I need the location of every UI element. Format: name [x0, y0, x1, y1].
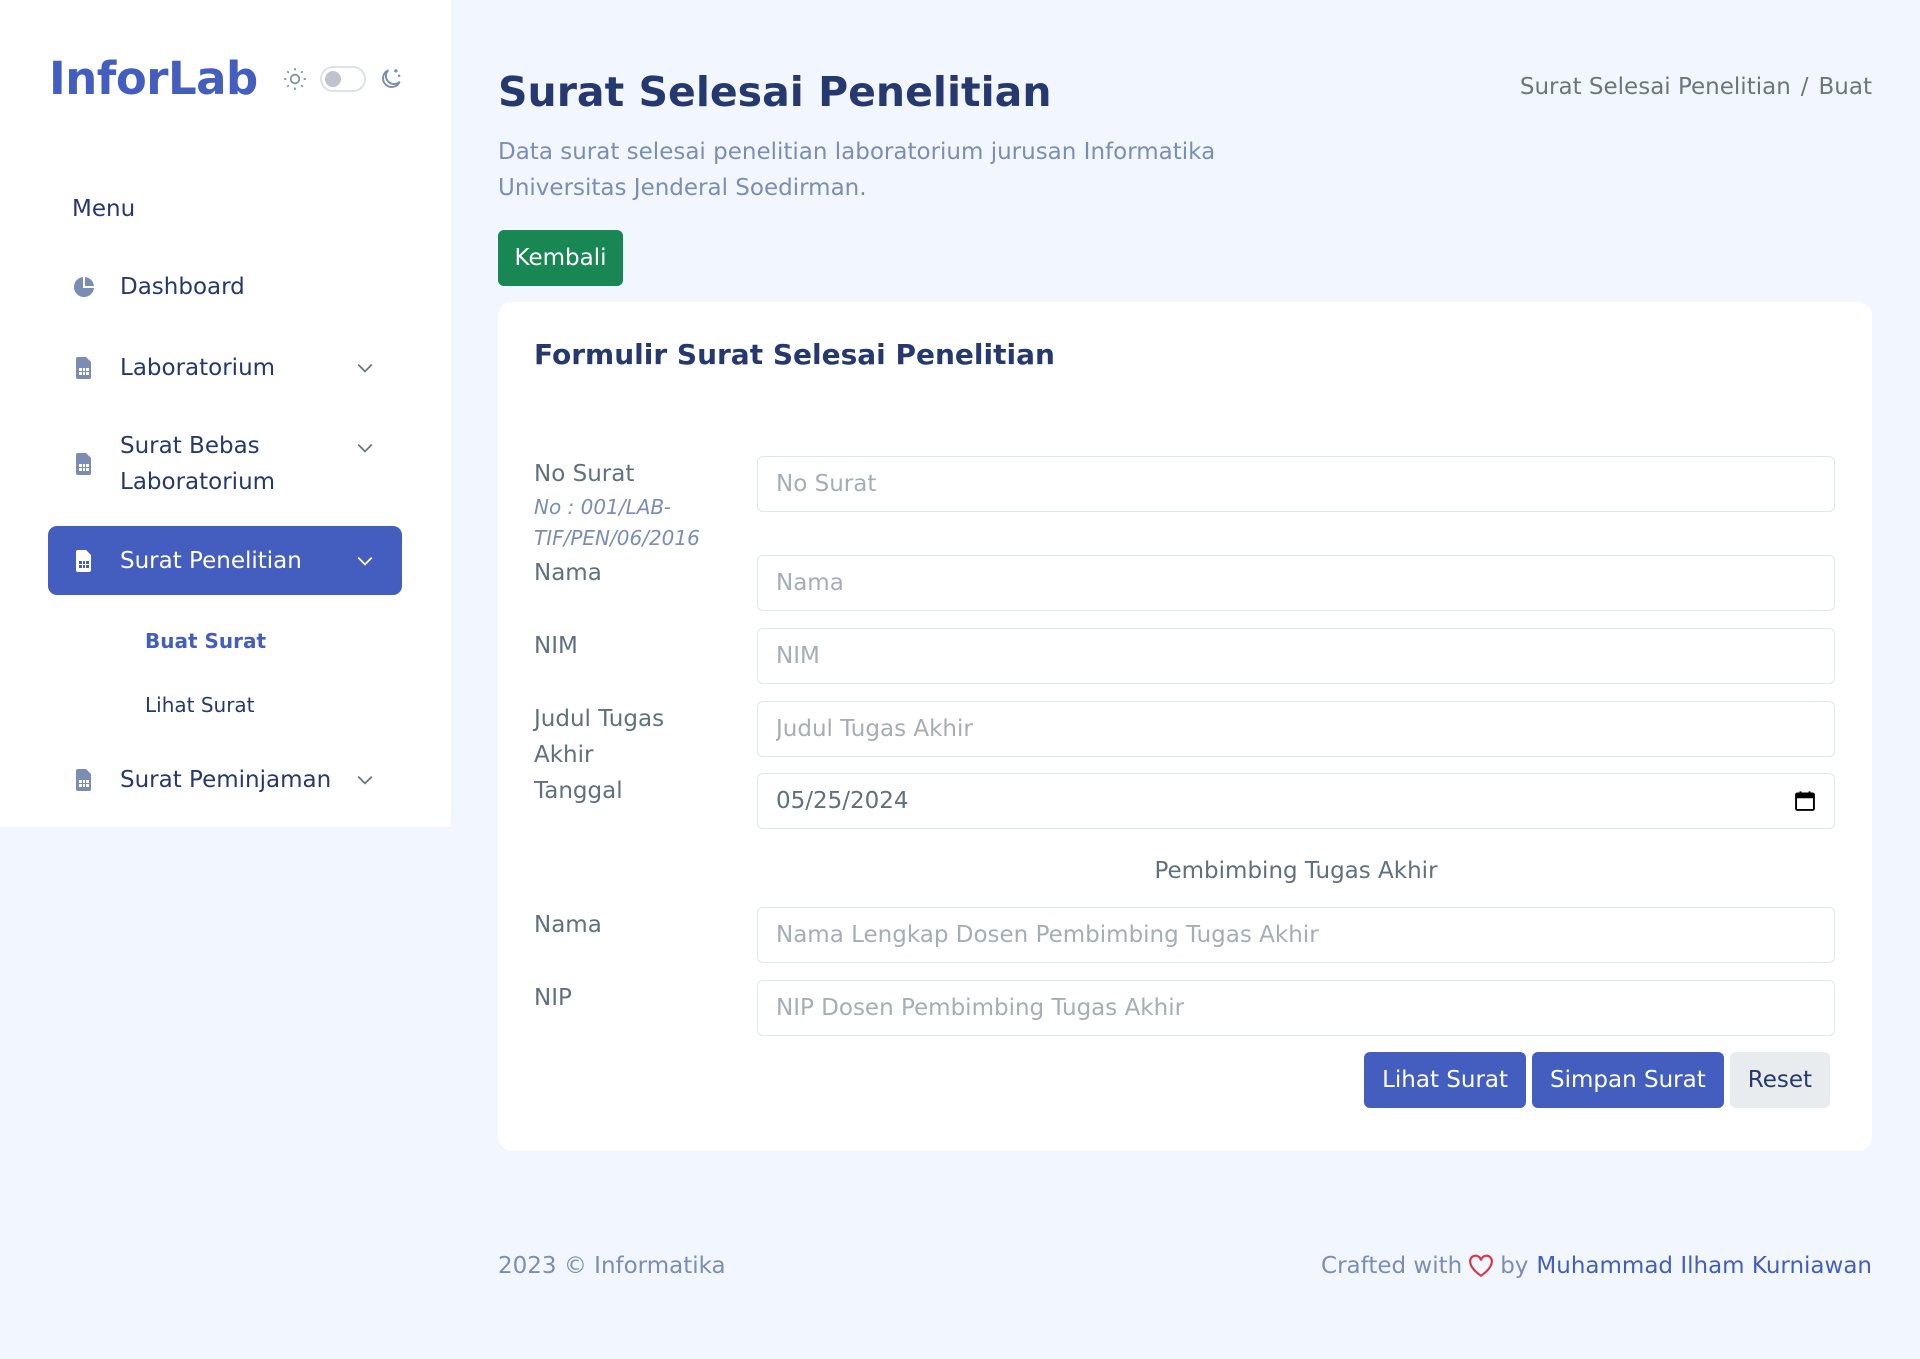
sidebar-item-label: Surat Peminjaman: [120, 766, 332, 793]
pembimbing-caption: Pembimbing Tugas Akhir: [1154, 858, 1438, 884]
chevron-down-icon: [357, 556, 373, 566]
pembimbing-nama-input[interactable]: [757, 907, 1835, 963]
heart-icon: [1469, 1254, 1494, 1278]
submenu-surat-penelitian: Buat Surat Lihat Surat: [48, 607, 402, 745]
sidebar-item-surat-penelitian[interactable]: Surat Penelitian: [48, 526, 402, 595]
file-spreadsheet-icon: [76, 768, 91, 791]
chevron-down-icon: [357, 775, 373, 785]
breadcrumb: Surat Selesai Penelitian / Buat: [1520, 74, 1872, 100]
sidebar-item-dashboard[interactable]: Dashboard: [48, 252, 402, 321]
no-surat-label: No Surat: [534, 461, 635, 487]
no-surat-hint: No : 001/LAB-TIF/PEN/06/2016: [534, 495, 700, 550]
pembimbing-nip-input[interactable]: [757, 980, 1835, 1036]
file-spreadsheet-icon: [76, 453, 91, 475]
breadcrumb-link[interactable]: Surat Selesai Penelitian: [1520, 74, 1791, 100]
footer-by-text: by: [1500, 1253, 1529, 1279]
no-surat-label-group: No Surat No : 001/LAB-TIF/PEN/06/2016: [534, 456, 734, 554]
calendar-icon[interactable]: [1794, 790, 1816, 812]
submenu-item-buat-surat[interactable]: Buat Surat: [145, 609, 402, 673]
nim-input[interactable]: [757, 628, 1835, 684]
breadcrumb-current: Buat: [1818, 74, 1872, 100]
pie-chart-icon: [74, 276, 94, 297]
brand-row: InforLab: [49, 52, 404, 105]
no-surat-input[interactable]: [757, 456, 1835, 512]
sidebar: InforLab Menu Dashboard Laboratorium Sur…: [0, 0, 451, 827]
brand-logo[interactable]: InforLab: [49, 52, 258, 105]
sun-icon: [283, 67, 306, 90]
sidebar-item-laboratorium[interactable]: Laboratorium: [48, 333, 402, 402]
page-title: Surat Selesai Penelitian: [498, 68, 1052, 116]
sidebar-item-label: Surat Penelitian: [120, 547, 302, 574]
form-actions: Lihat Surat Simpan Surat Reset: [1364, 1052, 1830, 1108]
nim-label: NIM: [534, 633, 578, 659]
reset-button[interactable]: Reset: [1729, 1052, 1830, 1108]
sidebar-item-surat-peminjaman[interactable]: Surat Peminjaman: [48, 745, 402, 814]
footer-copyright: 2023 © Informatika: [498, 1253, 726, 1279]
file-spreadsheet-icon: [76, 549, 91, 572]
footer-author-link[interactable]: Muhammad Ilham Kurniawan: [1536, 1253, 1872, 1279]
nama-label: Nama: [534, 560, 602, 586]
moon-icon: [381, 68, 401, 88]
tanggal-label: Tanggal: [534, 778, 623, 804]
tanggal-value: 05/25/2024: [776, 788, 909, 814]
pembimbing-nama-label: Nama: [534, 912, 602, 938]
nama-input[interactable]: [757, 555, 1835, 611]
judul-input[interactable]: [757, 701, 1835, 757]
menu-title: Menu: [72, 196, 136, 222]
chevron-down-icon: [357, 363, 373, 373]
save-letter-button[interactable]: Simpan Surat: [1532, 1052, 1724, 1108]
footer-crafted-text: Crafted with: [1321, 1253, 1463, 1279]
footer-credits: Crafted with by Muhammad Ilham Kurniawan: [1321, 1253, 1872, 1279]
sidebar-item-label: Dashboard: [120, 273, 245, 300]
sidebar-nav: Dashboard Laboratorium Surat Bebas Labor…: [48, 252, 402, 826]
theme-toggle: [282, 65, 404, 92]
breadcrumb-separator: /: [1800, 74, 1809, 100]
page-subtitle: Data surat selesai penelitian laboratori…: [498, 139, 1216, 201]
submenu-item-lihat-surat[interactable]: Lihat Surat: [145, 673, 402, 737]
sidebar-item-surat-bebas-laboratorium[interactable]: Surat Bebas Laboratorium: [48, 414, 402, 514]
tanggal-date-input[interactable]: 05/25/2024: [757, 773, 1835, 829]
dark-mode-switch[interactable]: [319, 65, 366, 92]
pembimbing-nip-label: NIP: [534, 985, 572, 1011]
form-title: Formulir Surat Selesai Penelitian: [534, 338, 1055, 371]
file-spreadsheet-icon: [76, 356, 91, 379]
view-letter-button[interactable]: Lihat Surat: [1364, 1052, 1527, 1108]
judul-label: Judul Tugas Akhir: [534, 706, 665, 768]
form-card: Formulir Surat Selesai Penelitian No Sur…: [498, 302, 1872, 1151]
sidebar-item-label: Laboratorium: [120, 354, 276, 381]
chevron-down-icon: [357, 443, 373, 453]
back-button[interactable]: Kembali: [498, 230, 623, 286]
sidebar-item-label: Surat Bebas Laboratorium: [120, 433, 276, 495]
